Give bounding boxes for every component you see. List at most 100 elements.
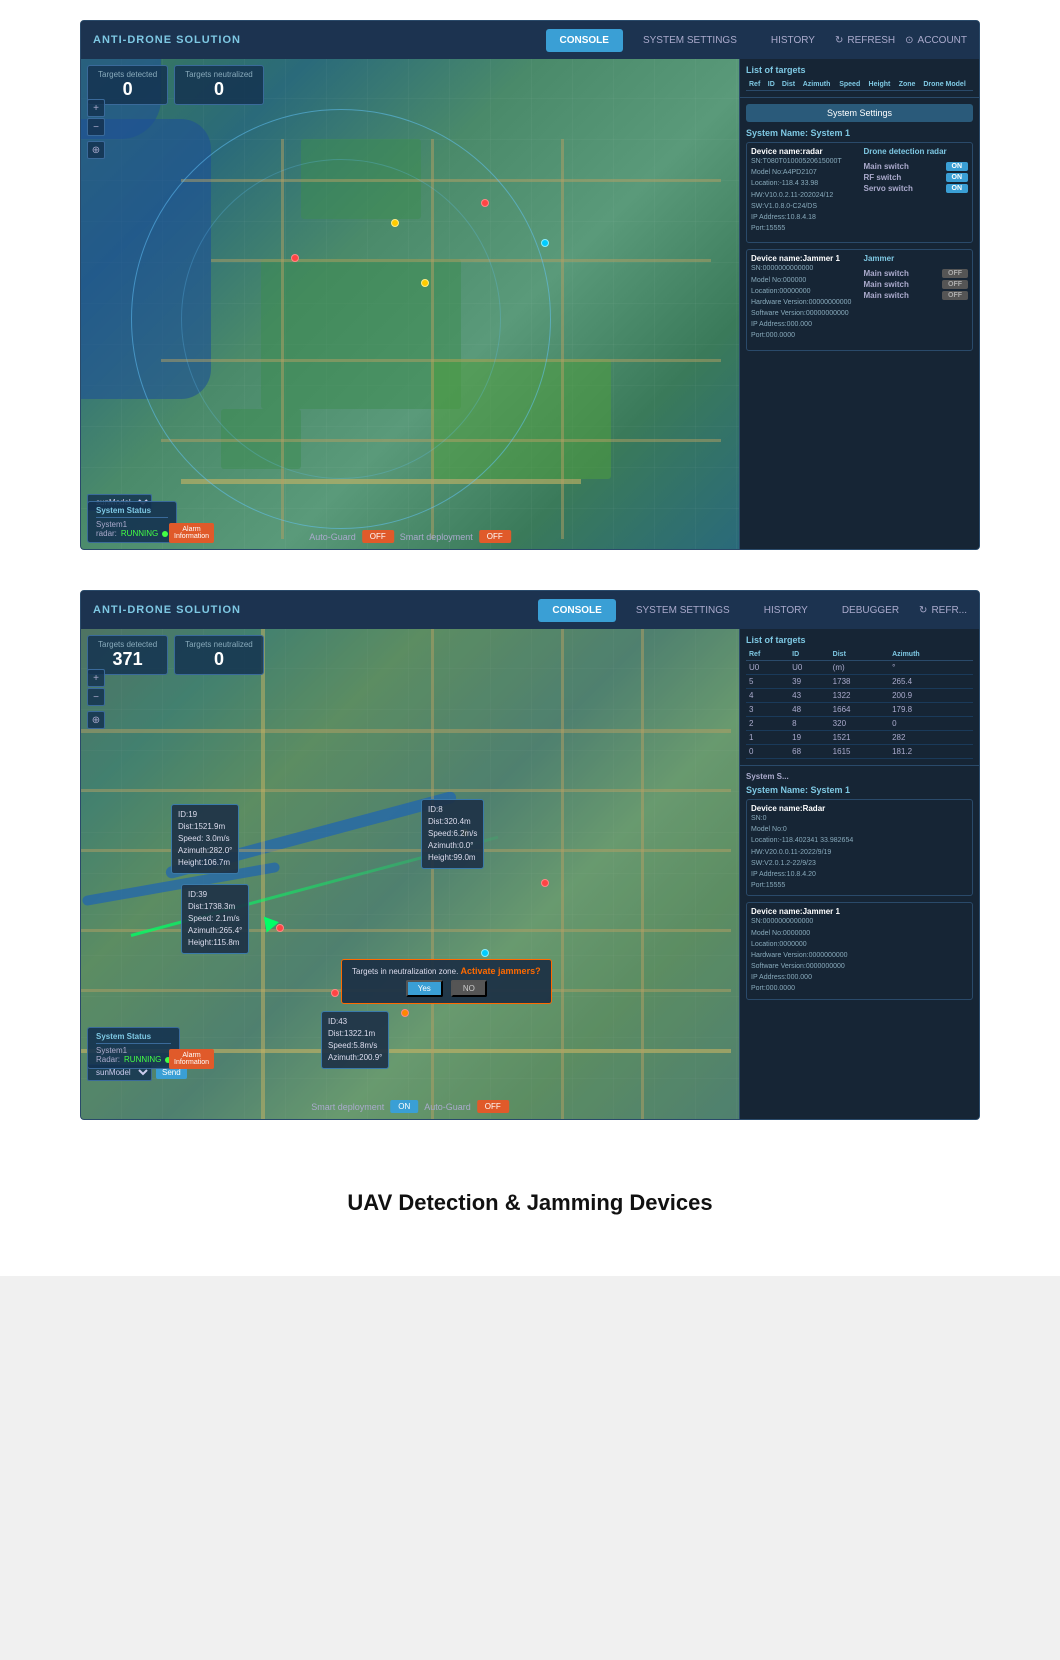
switch-main-1: Main switch ON: [864, 162, 969, 171]
app-title-1: ANTI-DRONE SOLUTION: [93, 34, 540, 46]
jammer-main-switch-1[interactable]: OFF: [942, 269, 968, 278]
zoom-in-button-1[interactable]: +: [87, 99, 105, 117]
road2-v-3: [561, 629, 564, 1119]
road2-v-2: [431, 629, 434, 1119]
refresh-button-2[interactable]: ↻ REFR...: [919, 605, 967, 616]
tab-system-settings-1[interactable]: SYSTEM SETTINGS: [629, 29, 751, 52]
device-name-col-1: Device name:radar SN:T080T01000520615000…: [751, 147, 856, 234]
account-button-1[interactable]: ⊙ ACCOUNT: [905, 35, 967, 46]
road2-h-2: [81, 789, 731, 792]
panel-1: ANTI-DRONE SOLUTION CONSOLE SYSTEM SETTI…: [80, 20, 980, 550]
device-info-jammer-2: SN:0000000000000 Model No:0000000 Locati…: [751, 916, 968, 994]
no-button[interactable]: NO: [451, 980, 487, 997]
jammer-type-col-1: Jammer Main switch OFF Main switch OFF: [864, 254, 969, 341]
map-bottom-controls-1: Auto-Guard OFF Smart deployment OFF: [309, 530, 511, 543]
tab-debugger-2[interactable]: DEBUGGER: [828, 599, 913, 622]
jammer-switch-1: Main switch OFF: [864, 269, 969, 278]
table-row: 5391738265.4: [746, 675, 973, 689]
smart-deployment-toggle-1[interactable]: OFF: [479, 530, 511, 543]
smart-deployment-toggle-2[interactable]: ON: [390, 1100, 418, 1113]
system-status-1: System Status System1 radar: RUNNING: [87, 501, 177, 543]
jammer-main-switch-2[interactable]: OFF: [942, 280, 968, 289]
device-radar-section-1: Device name:radar SN:T080T01000520615000…: [746, 142, 973, 243]
table-header-row: Ref ID Dist Azimuth Speed Height Zone Dr…: [746, 79, 973, 91]
targets-list-1: List of targets Ref ID Dist Azimuth Spee…: [740, 59, 979, 98]
compass-button-2[interactable]: ⊕: [87, 711, 105, 729]
col-azimuth: Azimuth: [800, 79, 836, 91]
refresh-button-1[interactable]: ↻ REFRESH: [835, 35, 895, 46]
auto-guard-toggle-1[interactable]: OFF: [362, 530, 394, 543]
table-row: 4431322200.9: [746, 689, 973, 703]
servo-switch-toggle-1[interactable]: ON: [946, 184, 969, 193]
tab-console-2[interactable]: CONSOLE: [538, 599, 615, 622]
yes-button[interactable]: Yes: [406, 980, 443, 997]
device-info-1: SN:T080T01000520615000T Model No:A4PD210…: [751, 156, 856, 234]
radar-circle-2: [181, 159, 501, 479]
map-area-1[interactable]: Targets detected 0 Targets neutralized 0…: [81, 59, 739, 549]
col-ref: Ref: [746, 79, 765, 91]
main-switch-toggle-1[interactable]: ON: [946, 162, 969, 171]
jammer-switch-3: Main switch OFF: [864, 291, 969, 300]
targets-tbody-2: U0U0(m)°5391738265.44431322200.934816641…: [746, 661, 973, 759]
zoom-out-button-2[interactable]: −: [87, 688, 105, 706]
tab-history-2[interactable]: HISTORY: [750, 599, 822, 622]
tab-console-1[interactable]: CONSOLE: [546, 29, 623, 52]
nav-bar-1: ANTI-DRONE SOLUTION CONSOLE SYSTEM SETTI…: [81, 21, 979, 59]
zoom-out-button-1[interactable]: −: [87, 118, 105, 136]
target2-cyan-1: [481, 949, 489, 957]
jammer-name-col-1: Device name:Jammer 1 SN:0000000000000 Mo…: [751, 254, 856, 341]
road2-h-1: [81, 729, 731, 733]
map-area-2[interactable]: Targets detected 371 Targets neutralized…: [81, 629, 739, 1119]
map-background-2: Targets detected 371 Targets neutralized…: [81, 629, 739, 1119]
target-red-2: [481, 199, 489, 207]
targets-neutralized-box-1: Targets neutralized 0: [174, 65, 264, 105]
col-drone-model: Drone Model: [920, 79, 973, 91]
targets-list-2: List of targets Ref ID Dist Azimuth U0U0…: [740, 629, 979, 766]
target2-orange-1: [401, 1009, 409, 1017]
compass-button-1[interactable]: ⊕: [87, 141, 105, 159]
refresh-icon-2: ↻: [919, 605, 927, 616]
right-panel-1: List of targets Ref ID Dist Azimuth Spee…: [739, 59, 979, 549]
device-radar-section-2: Device name:Radar SN:0 Model No:0 Locati…: [746, 799, 973, 896]
tab-system-settings-2[interactable]: SYSTEM SETTINGS: [622, 599, 744, 622]
account-icon-1: ⊙: [905, 35, 913, 46]
main-content-1: Targets detected 0 Targets neutralized 0…: [81, 59, 979, 549]
nav-bar-2: ANTI-DRONE SOLUTION CONSOLE SYSTEM SETTI…: [81, 591, 979, 629]
status-row-2b: Radar: RUNNING: [96, 1055, 171, 1064]
device-header-jammer-1: Device name:Jammer 1 SN:0000000000000 Mo…: [751, 254, 968, 341]
auto-guard-toggle-2[interactable]: OFF: [477, 1100, 509, 1113]
target2-red-1: [276, 924, 284, 932]
stats-overlay-1: Targets detected 0 Targets neutralized 0: [87, 65, 264, 105]
drone-popup-8: ID:8 Dist:320.4m Speed:6.2m/s Azimuth:0.…: [421, 799, 484, 869]
neutralize-popup: Targets in neutralization zone. Activate…: [341, 959, 552, 1004]
map-controls-1: + − ⊕: [87, 99, 105, 159]
target-yellow-1: [391, 219, 399, 227]
alert-button-2[interactable]: AlarmInformation: [169, 1049, 214, 1069]
alert-button-1[interactable]: AlarmInformation: [169, 523, 214, 543]
map-controls-2: + − ⊕: [87, 669, 105, 729]
col2-ref: Ref: [746, 649, 789, 661]
rf-switch-toggle-1[interactable]: ON: [946, 173, 969, 182]
sys-settings-1: System Settings System Name: System 1 De…: [740, 98, 979, 363]
map-bottom-controls-2: Smart deployment ON Auto-Guard OFF: [311, 1100, 509, 1113]
jammer-main-switch-3[interactable]: OFF: [942, 291, 968, 300]
col-height: Height: [866, 79, 896, 91]
road2-v-1: [261, 629, 265, 1119]
col2-id: ID: [789, 649, 830, 661]
zoom-in-button-2[interactable]: +: [87, 669, 105, 687]
target-red-1: [291, 254, 299, 262]
status-dot-1: [162, 531, 168, 537]
system-status-2: System Status System1 Radar: RUNNING: [87, 1027, 180, 1069]
table-row: 0681615181.2: [746, 745, 973, 759]
table-row: U0U0(m)°: [746, 661, 973, 675]
table-row: 283200: [746, 717, 973, 731]
panel-2: ANTI-DRONE SOLUTION CONSOLE SYSTEM SETTI…: [80, 590, 980, 1120]
system-settings-button-1[interactable]: System Settings: [746, 104, 973, 122]
tab-history-1[interactable]: HISTORY: [757, 29, 829, 52]
table-row: 3481664179.8: [746, 703, 973, 717]
table2-header-row: Ref ID Dist Azimuth: [746, 649, 973, 661]
status-row-1: System1: [96, 520, 168, 529]
refresh-icon-1: ↻: [835, 35, 843, 46]
target2-red-2: [331, 989, 339, 997]
col-speed: Speed: [836, 79, 865, 91]
